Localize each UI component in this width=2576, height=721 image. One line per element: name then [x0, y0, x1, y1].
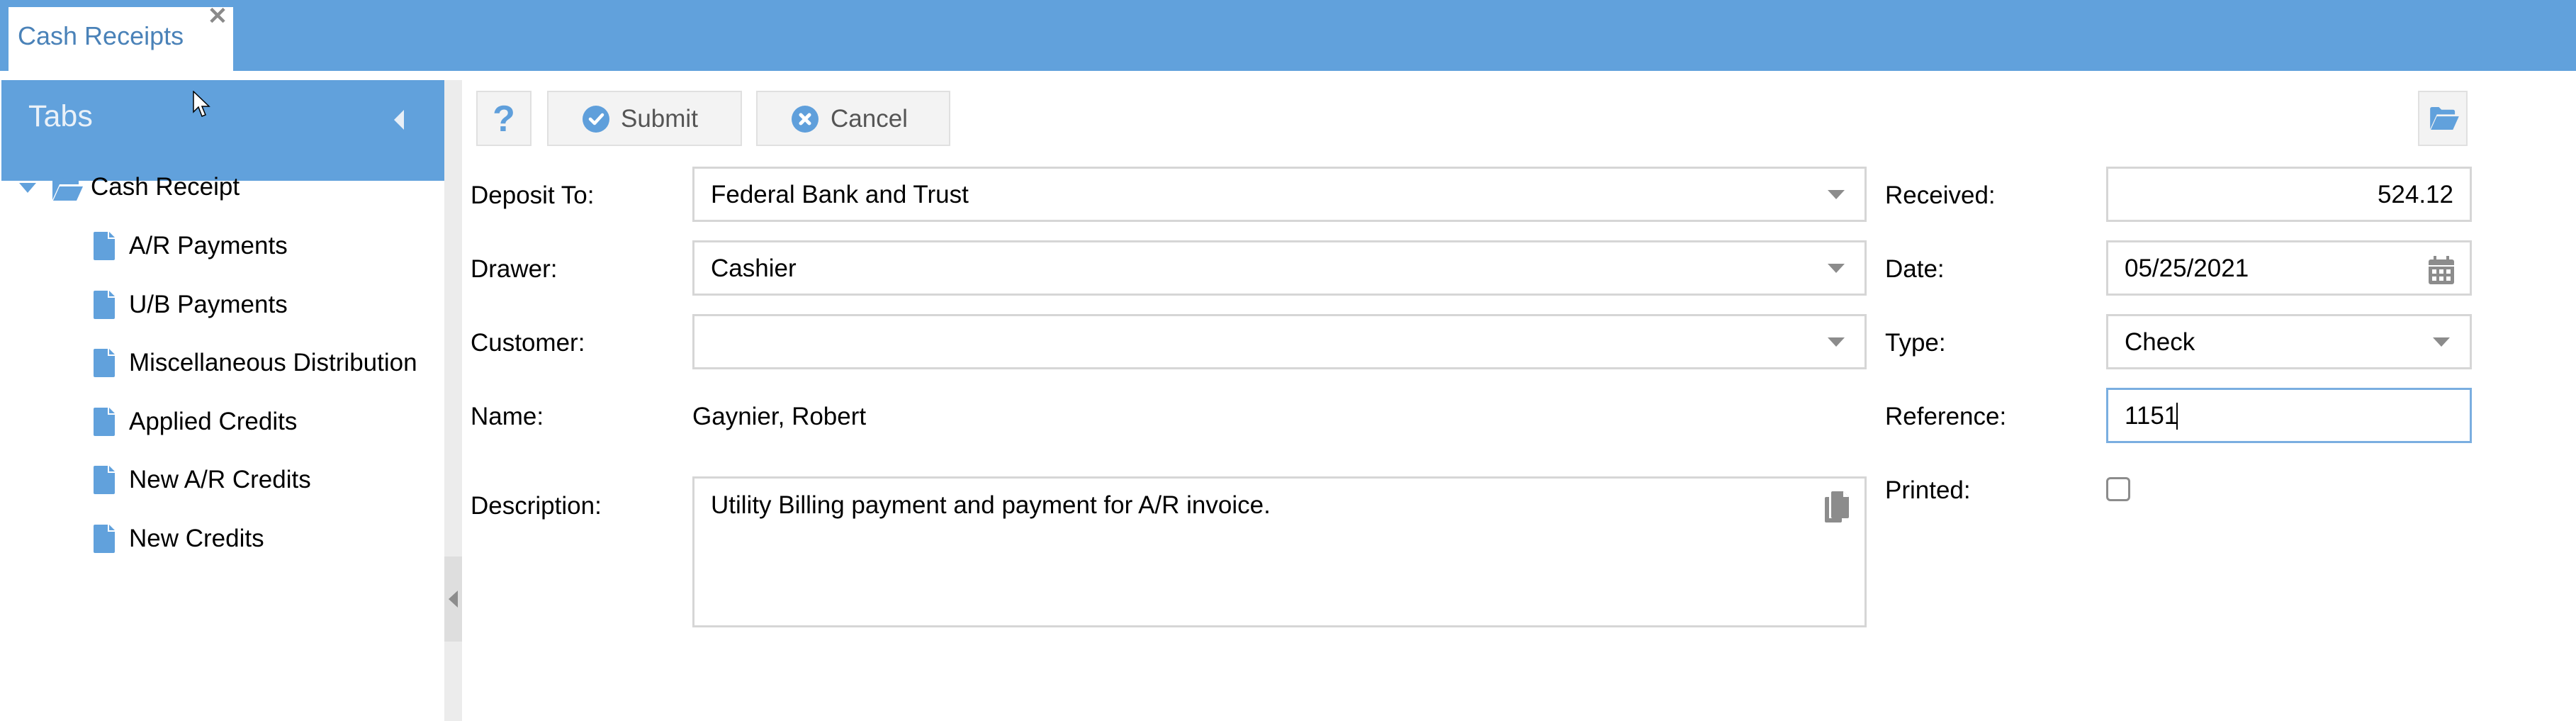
description-label: Description:	[471, 492, 602, 520]
type-select[interactable]: Check	[2106, 314, 2472, 369]
file-icon	[94, 349, 115, 377]
file-icon	[94, 466, 115, 494]
file-icon	[94, 524, 115, 553]
cancel-button[interactable]: Cancel	[756, 91, 950, 146]
deposit-to-select[interactable]: Federal Bank and Trust	[692, 167, 1867, 222]
folder-open-icon	[2430, 106, 2459, 130]
deposit-to-value: Federal Bank and Trust	[711, 181, 969, 208]
chevron-down-icon[interactable]	[2433, 337, 2450, 347]
customer-label: Customer:	[471, 329, 585, 357]
name-label: Name:	[471, 403, 544, 430]
open-button[interactable]	[2418, 91, 2468, 146]
tree-item-label: New A/R Credits	[129, 466, 311, 493]
description-value: Utility Billing payment and payment for …	[711, 491, 1271, 519]
submit-label: Submit	[621, 105, 698, 133]
date-input[interactable]: 05/25/2021	[2106, 240, 2472, 296]
chevron-down-icon[interactable]	[1828, 190, 1845, 199]
text-cursor	[2176, 403, 2178, 430]
file-icon	[94, 290, 115, 319]
copy-icon[interactable]	[1823, 491, 1850, 522]
tree-item[interactable]: New Credits	[0, 518, 439, 560]
received-label: Received:	[1885, 181, 1996, 209]
folder-open-icon	[52, 177, 83, 201]
tree-item-label: U/B Payments	[129, 290, 288, 318]
x-circle-icon	[792, 106, 819, 133]
mouse-pointer-icon	[193, 91, 210, 117]
description-textarea[interactable]: Utility Billing payment and payment for …	[692, 476, 1867, 627]
top-tab-bar	[0, 0, 2576, 71]
file-icon	[94, 407, 115, 436]
chevron-down-icon[interactable]	[1828, 337, 1845, 347]
deposit-to-label: Deposit To:	[471, 181, 595, 209]
question-icon: ?	[493, 99, 515, 140]
tree-item[interactable]: U/B Payments	[0, 284, 439, 326]
calendar-icon[interactable]	[2429, 256, 2454, 284]
tree-item-label: New Credits	[129, 524, 264, 552]
name-value: Gaynier, Robert	[692, 403, 867, 430]
cancel-label: Cancel	[831, 105, 908, 133]
reference-label: Reference:	[1885, 403, 2007, 430]
tree-item-label: Applied Credits	[129, 407, 298, 435]
type-label: Type:	[1885, 329, 1946, 357]
tree-item-label: Miscellaneous Distribution	[129, 349, 417, 376]
tree-item[interactable]: A/R Payments	[0, 225, 439, 267]
date-value: 05/25/2021	[2125, 255, 2249, 282]
tree-item[interactable]: Applied Credits	[0, 401, 439, 443]
close-icon[interactable]: ✕	[207, 4, 228, 28]
check-circle-icon	[583, 106, 609, 133]
chevron-down-icon[interactable]	[1828, 264, 1845, 273]
tab-label[interactable]: Cash Receipts	[18, 21, 184, 51]
printed-checkbox[interactable]	[2106, 477, 2130, 501]
sidebar-title: Tabs	[28, 99, 93, 133]
drawer-value: Cashier	[711, 255, 797, 282]
printed-label: Printed:	[1885, 476, 1971, 504]
submit-button[interactable]: Submit	[547, 91, 742, 146]
caret-left-icon[interactable]	[394, 110, 404, 130]
reference-input[interactable]: 1151	[2106, 388, 2472, 443]
tree-item[interactable]: New A/R Credits	[0, 459, 439, 501]
type-value: Check	[2125, 328, 2195, 356]
customer-select[interactable]	[692, 314, 1867, 369]
file-icon	[94, 232, 115, 260]
reference-value: 1151	[2125, 402, 2178, 430]
tree-item-label: A/R Payments	[129, 232, 288, 259]
tree-item[interactable]: Miscellaneous Distribution	[0, 342, 439, 384]
caret-left-icon[interactable]	[449, 591, 458, 608]
received-value: 524.12	[2377, 181, 2453, 208]
drawer-label: Drawer:	[471, 255, 558, 283]
received-input[interactable]: 524.12	[2106, 167, 2472, 222]
drawer-select[interactable]: Cashier	[692, 240, 1867, 296]
tree-root-cash-receipt[interactable]: Cash Receipt	[91, 173, 240, 201]
help-button[interactable]: ?	[476, 91, 531, 146]
caret-down-icon[interactable]	[19, 183, 36, 193]
date-label: Date:	[1885, 255, 1945, 283]
